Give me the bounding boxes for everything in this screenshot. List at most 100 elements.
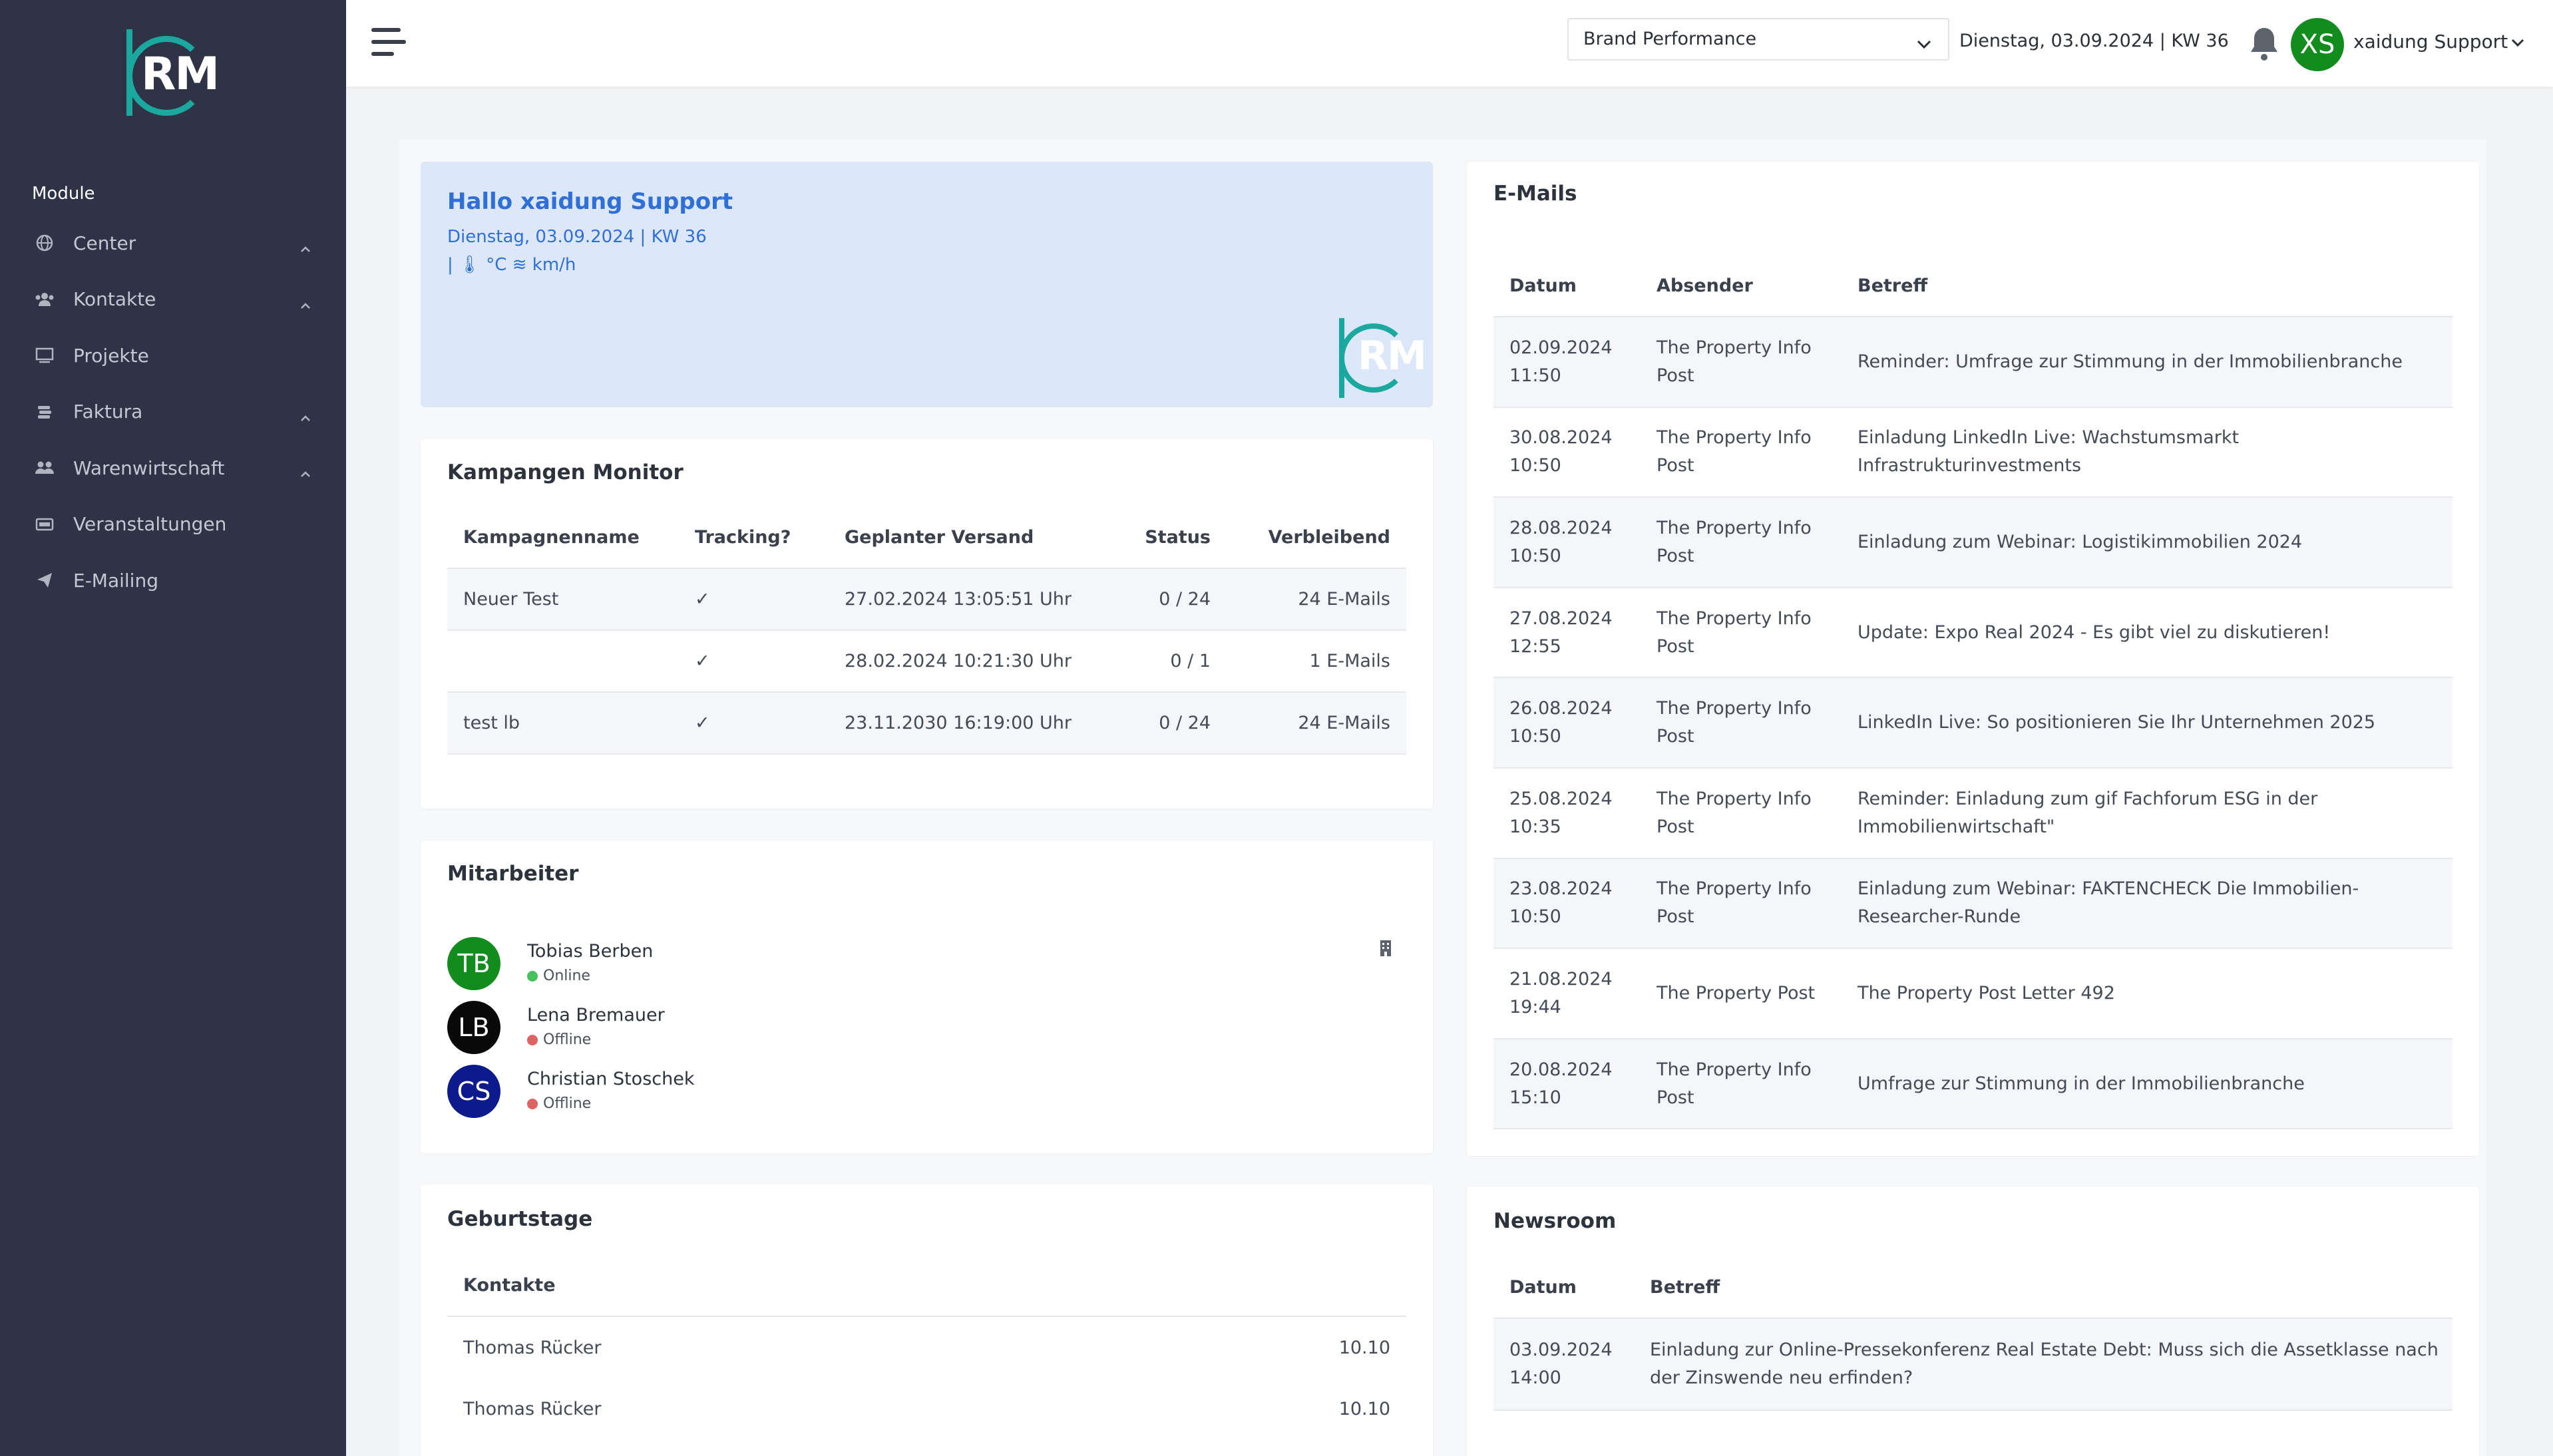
employee-item[interactable]: TB Tobias Berben Online [447, 937, 1412, 1001]
table-row[interactable]: 30.08.2024 10:50 The Property Info Post Einl… [1493, 407, 2453, 498]
user-menu[interactable]: xaidung Support [2353, 31, 2508, 53]
users-icon [35, 289, 55, 309]
greeting-title: Hallo xaidung Support [447, 188, 733, 215]
employees-card: Mitarbeiter TB Tobias Berben Online LB L… [421, 840, 1433, 1153]
table-row[interactable]: 23.08.2024 10:50 The Property Info Post Einl… [1493, 858, 2453, 950]
employee-status: Offline [527, 1031, 591, 1048]
email-sender: The Property Info Post [1657, 317, 1858, 408]
birthday-date: 10.10 [1338, 1398, 1390, 1419]
campaign-name: Neuer Test [447, 568, 695, 631]
employee-item[interactable]: CS Christian Stoschek Offline [447, 1065, 1412, 1129]
col-status: Status [1124, 507, 1211, 569]
ticket-icon [35, 514, 55, 534]
email-subject: Einladung zum Webinar: Logistikimmobilie… [1858, 497, 2453, 588]
emails-title: E-Mails [1493, 182, 1577, 206]
campaign-date: 27.02.2024 13:05:51 Uhr [845, 568, 1124, 631]
birthday-date: 10.10 [1338, 1337, 1390, 1358]
table-row[interactable]: 20.08.2024 15:10 The Property Info Post Umfr… [1493, 1038, 2453, 1130]
sidebar-item-veranstaltungen[interactable]: Veranstaltungen [0, 496, 346, 553]
avatar: CS [447, 1065, 500, 1118]
avatar: TB [447, 937, 500, 990]
email-subject: Update: Expo Real 2024 - Es gibt viel zu… [1858, 587, 2453, 679]
menu-toggle-icon[interactable] [371, 28, 406, 57]
table-row[interactable]: 25.08.2024 10:35 The Property Info Post Remi… [1493, 767, 2453, 859]
col-betreff: Betreff [1650, 1257, 2453, 1319]
employee-status: Online [527, 968, 590, 984]
campaign-table: Kampagnenname Tracking? Geplanter Versan… [447, 507, 1406, 755]
sidebar-item-e-mailing[interactable]: E-Mailing [0, 552, 346, 609]
table-row[interactable]: test lb ✓ 23.11.2030 16:19:00 Uhr 0 / 24… [447, 692, 1406, 755]
campaign-name: test lb [447, 692, 695, 755]
col-absender: Absender [1657, 256, 1858, 317]
birthday-name: Thomas Rücker [463, 1398, 602, 1419]
table-row[interactable]: 26.08.2024 10:50 The Property Info Post Link… [1493, 677, 2453, 769]
email-subject: Einladung zum Webinar: FAKTENCHECK Die I… [1858, 858, 2453, 950]
email-date: 26.08.2024 10:50 [1493, 677, 1657, 769]
campaign-date: 28.02.2024 10:21:30 Uhr [845, 630, 1124, 693]
campaign-monitor-title: Kampangen Monitor [447, 460, 684, 484]
sidebar-item-warenwirtschaft[interactable]: Warenwirtschaft [0, 440, 346, 496]
status-dot-icon [527, 971, 538, 982]
email-date: 02.09.2024 11:50 [1493, 317, 1657, 408]
email-date: 21.08.2024 19:44 [1493, 948, 1657, 1039]
employee-item[interactable]: LB Lena Bremauer Offline [447, 1001, 1412, 1065]
email-subject: LinkedIn Live: So positionieren Sie Ihr … [1858, 677, 2453, 769]
table-row[interactable]: 21.08.2024 19:44 The Property Post The Prop… [1493, 948, 2453, 1039]
birthdays-card: Geburtstage Kontakte Thomas Rücker 10.10… [421, 1184, 1433, 1456]
sidebar-item-kontakte[interactable]: Kontakte [0, 272, 346, 328]
table-row[interactable]: Thomas Rücker 10.10 [447, 1378, 1406, 1439]
chevron-up-icon [299, 461, 311, 483]
sidebar-item-faktura[interactable]: Faktura [0, 384, 346, 441]
greeting-weather: | 🌡 °C ≋ km/h [447, 255, 576, 275]
col-verbleibend: Verbleibend [1211, 507, 1406, 569]
campaign-monitor-card: Kampangen Monitor Kampagnenname Tracking… [421, 439, 1433, 809]
app-logo[interactable]: RM [126, 29, 226, 119]
table-row[interactable]: 28.08.2024 10:50 The Property Info Post Einl… [1493, 497, 2453, 588]
chevron-up-icon [299, 236, 311, 258]
employee-name: Lena Bremauer [527, 1005, 665, 1025]
user-avatar[interactable]: XS [2291, 18, 2344, 71]
status-dot-icon [527, 1099, 538, 1109]
brand-select[interactable]: Brand Performance [1567, 18, 1949, 61]
table-row[interactable]: Thomas Rücker 10.10 [447, 1316, 1406, 1378]
sidebar-item-projekte[interactable]: Projekte [0, 327, 346, 384]
sidebar: RM Module Center Kontakte Projekte Faktu… [0, 0, 346, 1456]
topbar: Brand Performance Dienstag, 03.09.2024 |… [346, 0, 2553, 87]
chevron-down-icon[interactable] [2510, 37, 2525, 50]
chevron-up-icon [299, 293, 311, 315]
table-row[interactable]: 27.08.2024 12:55 The Property Info Post Upda… [1493, 587, 2453, 679]
sidebar-item-label: Warenwirtschaft [73, 456, 225, 479]
email-date: 20.08.2024 15:10 [1493, 1038, 1657, 1130]
newsroom-table: Datum Betreff 03.09.2024 14:00 Einladung … [1493, 1257, 2453, 1411]
table-row[interactable]: ✓ 28.02.2024 10:21:30 Uhr 0 / 1 1 E-Mail… [447, 630, 1406, 693]
sidebar-item-center[interactable]: Center [0, 215, 346, 272]
greeting-date: Dienstag, 03.09.2024 | KW 36 [447, 227, 707, 247]
table-row[interactable]: 03.09.2024 14:00 Einladung zur Online-Pre… [1493, 1318, 2453, 1411]
campaign-status: 0 / 24 [1124, 692, 1211, 755]
email-date: 30.08.2024 10:50 [1493, 407, 1657, 498]
greeting-logo-text: RM [1358, 333, 1427, 379]
email-sender: The Property Info Post [1657, 677, 1858, 769]
sidebar-item-label: E-Mailing [73, 569, 158, 592]
table-row[interactable]: Neuer Test ✓ 27.02.2024 13:05:51 Uhr 0 /… [447, 568, 1406, 631]
sidebar-item-label: Projekte [73, 344, 149, 367]
emails-table: Datum Absender Betreff 02.09.2024 11:50 Th… [1493, 256, 2453, 1130]
check-icon: ✓ [695, 630, 845, 693]
avatar: LB [447, 1001, 500, 1054]
bell-icon[interactable] [2248, 25, 2280, 63]
chevron-up-icon [299, 405, 311, 427]
email-sender: The Property Info Post [1657, 858, 1858, 950]
campaign-status: 0 / 1 [1124, 630, 1211, 693]
email-date: 23.08.2024 10:50 [1493, 858, 1657, 950]
employee-name: Christian Stoschek [527, 1069, 695, 1089]
email-sender: The Property Info Post [1657, 497, 1858, 588]
campaign-date: 23.11.2030 16:19:00 Uhr [845, 692, 1124, 755]
check-icon: ✓ [695, 568, 845, 631]
chevron-down-icon [1916, 34, 1932, 55]
email-date: 27.08.2024 12:55 [1493, 587, 1657, 679]
email-subject: Reminder: Einladung zum gif Fachforum ES… [1858, 767, 2453, 859]
campaign-remaining: 24 E-Mails [1211, 568, 1406, 631]
email-sender: The Property Info Post [1657, 1038, 1858, 1130]
greeting-logo: RM [1339, 318, 1432, 398]
table-row[interactable]: 02.09.2024 11:50 The Property Info Post Remi… [1493, 317, 2453, 408]
